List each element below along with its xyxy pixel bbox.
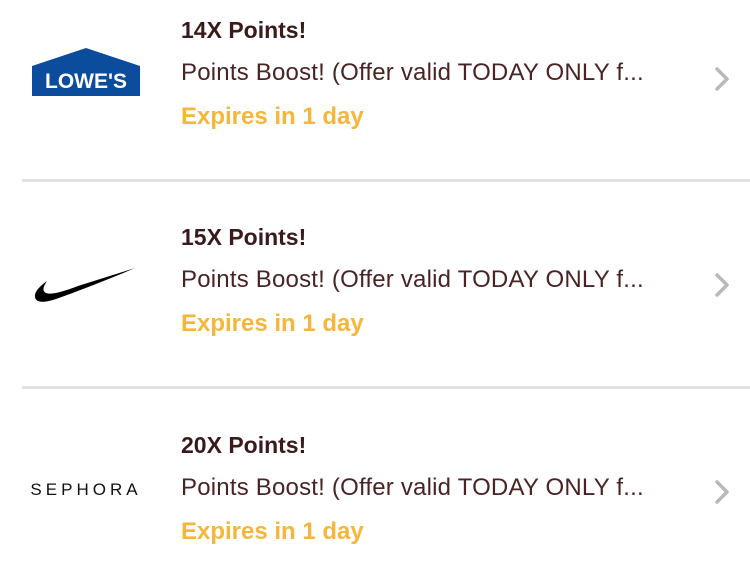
offer-description: Points Boost! (Offer valid TODAY ONLY f.… bbox=[181, 266, 644, 293]
offer-description: Points Boost! (Offer valid TODAY ONLY f.… bbox=[181, 59, 644, 86]
nike-swoosh-icon bbox=[34, 268, 135, 302]
chevron-right-icon[interactable] bbox=[710, 477, 734, 507]
offer-expiry: Expires in 1 day bbox=[181, 518, 364, 545]
offer-item-lowes[interactable]: LOWE'S 14X Points! Points Boost! (Offer … bbox=[0, 0, 750, 180]
offer-title: 15X Points! bbox=[181, 224, 307, 250]
lowes-logo: LOWE'S bbox=[30, 45, 142, 97]
divider bbox=[22, 386, 750, 389]
sephora-logo-text: SEPHORA bbox=[30, 480, 142, 499]
nike-logo bbox=[30, 263, 142, 309]
offer-expiry: Expires in 1 day bbox=[181, 310, 364, 337]
lowes-logo-icon: LOWE'S bbox=[32, 48, 140, 96]
chevron-right-icon[interactable] bbox=[710, 64, 734, 94]
offer-expiry: Expires in 1 day bbox=[181, 103, 364, 130]
chevron-right-icon[interactable] bbox=[710, 270, 734, 300]
offer-item-nike[interactable]: 15X Points! Points Boost! (Offer valid T… bbox=[0, 207, 750, 387]
offer-item-sephora[interactable]: SEPHORA 20X Points! Points Boost! (Offer… bbox=[0, 415, 750, 579]
divider bbox=[22, 179, 750, 182]
lowes-logo-text: LOWE'S bbox=[45, 70, 127, 93]
offer-list: LOWE'S 14X Points! Points Boost! (Offer … bbox=[0, 0, 750, 579]
offer-description: Points Boost! (Offer valid TODAY ONLY f.… bbox=[181, 474, 644, 501]
offer-title: 20X Points! bbox=[181, 432, 307, 458]
sephora-logo: SEPHORA bbox=[30, 475, 142, 505]
offer-title: 14X Points! bbox=[181, 17, 307, 43]
